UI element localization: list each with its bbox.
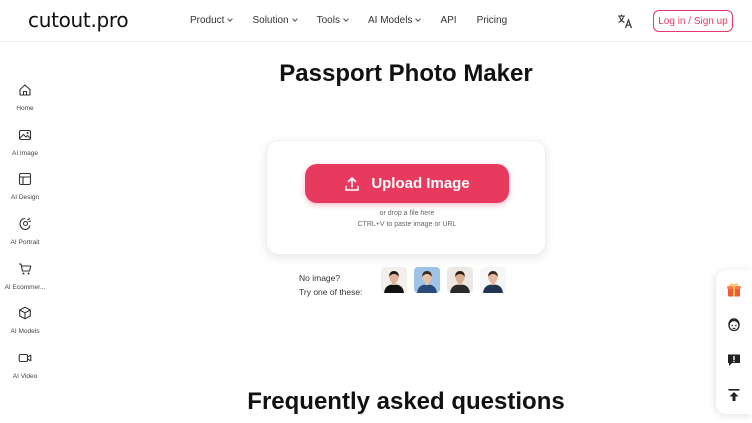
sidebar-item-ai-video[interactable]: AI Video (0, 351, 50, 380)
no-image-text: No image? (299, 273, 341, 283)
main-nav: Product Solution Tools AI Models API Pri… (190, 15, 507, 26)
sidebar-item-label: AI Image (11, 150, 38, 157)
nav-solution-label: Solution (252, 15, 289, 26)
portrait-thumbnail (447, 267, 473, 293)
drop-hint: or drop a file here (379, 210, 435, 217)
page-title: Passport Photo Maker (279, 60, 533, 87)
nav-pricing[interactable]: Pricing (477, 15, 508, 26)
sidebar-item-label: AI Design (10, 194, 40, 201)
video-icon (18, 353, 32, 363)
upload-image-button[interactable]: Upload Image (305, 164, 509, 203)
upload-icon (345, 176, 360, 191)
nav-ai-models-label: AI Models (367, 15, 413, 26)
nav-ai-models[interactable]: AI Models (367, 15, 422, 26)
portrait-icon (19, 217, 32, 231)
chevron-down-icon (291, 16, 298, 22)
sample-image-2[interactable] (414, 267, 440, 293)
sidebar-item-ai-ecommerce[interactable]: AI Ecommer... (0, 262, 50, 291)
image-icon (18, 129, 32, 141)
sidebar-item-ai-models[interactable]: AI Models (0, 306, 50, 335)
nav-api-label: API (440, 15, 457, 26)
back-to-top-icon (728, 389, 740, 401)
nav-tools[interactable]: Tools (316, 15, 349, 26)
sidebar-item-label: AI Video (12, 373, 38, 380)
support-agent-icon (728, 318, 740, 332)
nav-api[interactable]: API (440, 15, 456, 26)
sidebar-item-label: AI Ecommer... (4, 284, 46, 291)
portrait-thumbnail (480, 267, 506, 293)
gift-button[interactable] (725, 281, 743, 299)
sidebar-item-label: Home (16, 105, 34, 112)
nav-product[interactable]: Product (190, 15, 234, 26)
feedback-button[interactable] (725, 351, 743, 369)
portrait-thumbnail (381, 267, 407, 293)
chevron-down-icon (227, 16, 234, 22)
logo[interactable]: cutout.pro (28, 8, 129, 32)
sidebar-item-label: AI Models (10, 328, 40, 335)
nav-pricing-label: Pricing (476, 15, 508, 26)
sidebar-item-label: AI Portrait (10, 239, 40, 246)
sample-image-4[interactable] (480, 267, 506, 293)
page: cutout.pro Product Solution Tools AI Mod… (0, 0, 752, 423)
sample-image-1[interactable] (381, 267, 407, 293)
chevron-down-icon (415, 16, 422, 22)
portrait-thumbnail (414, 267, 440, 293)
floating-toolbar (716, 270, 752, 414)
top-navigation-bar: cutout.pro Product Solution Tools AI Mod… (0, 0, 752, 42)
sidebar-item-ai-image[interactable]: AI Image (0, 128, 50, 157)
nav-solution[interactable]: Solution (252, 15, 298, 26)
nav-tools-label: Tools (316, 15, 340, 26)
faq-heading: Frequently asked questions (247, 388, 565, 415)
feedback-icon (728, 354, 740, 366)
nav-product-label: Product (190, 15, 225, 26)
login-signup-button[interactable]: Log in / Sign up (653, 10, 733, 32)
gift-icon (727, 283, 741, 297)
translate-icon[interactable] (617, 13, 633, 29)
cart-icon (19, 263, 32, 275)
cube-icon (19, 306, 31, 320)
sidebar-item-ai-portrait[interactable]: AI Portrait (0, 217, 50, 246)
sidebar-item-ai-design[interactable]: AI Design (0, 172, 50, 201)
chevron-down-icon (343, 16, 349, 22)
design-icon (18, 172, 32, 186)
left-sidebar: Home AI Image AI Design AI Portrait AI E… (0, 42, 50, 423)
sample-image-3[interactable] (447, 267, 473, 293)
sample-prompt: No image? Try one of these: (299, 271, 362, 299)
try-samples-text: Try one of these: (299, 287, 363, 297)
back-to-top-button[interactable] (725, 386, 743, 404)
upload-dropzone[interactable]: Upload Image or drop a file here CTRL+V … (266, 140, 546, 255)
paste-hint: CTRL+V to paste image or URL (357, 221, 457, 228)
support-button[interactable] (725, 316, 743, 334)
sample-images (381, 267, 513, 293)
upload-image-label: Upload Image (371, 175, 470, 192)
